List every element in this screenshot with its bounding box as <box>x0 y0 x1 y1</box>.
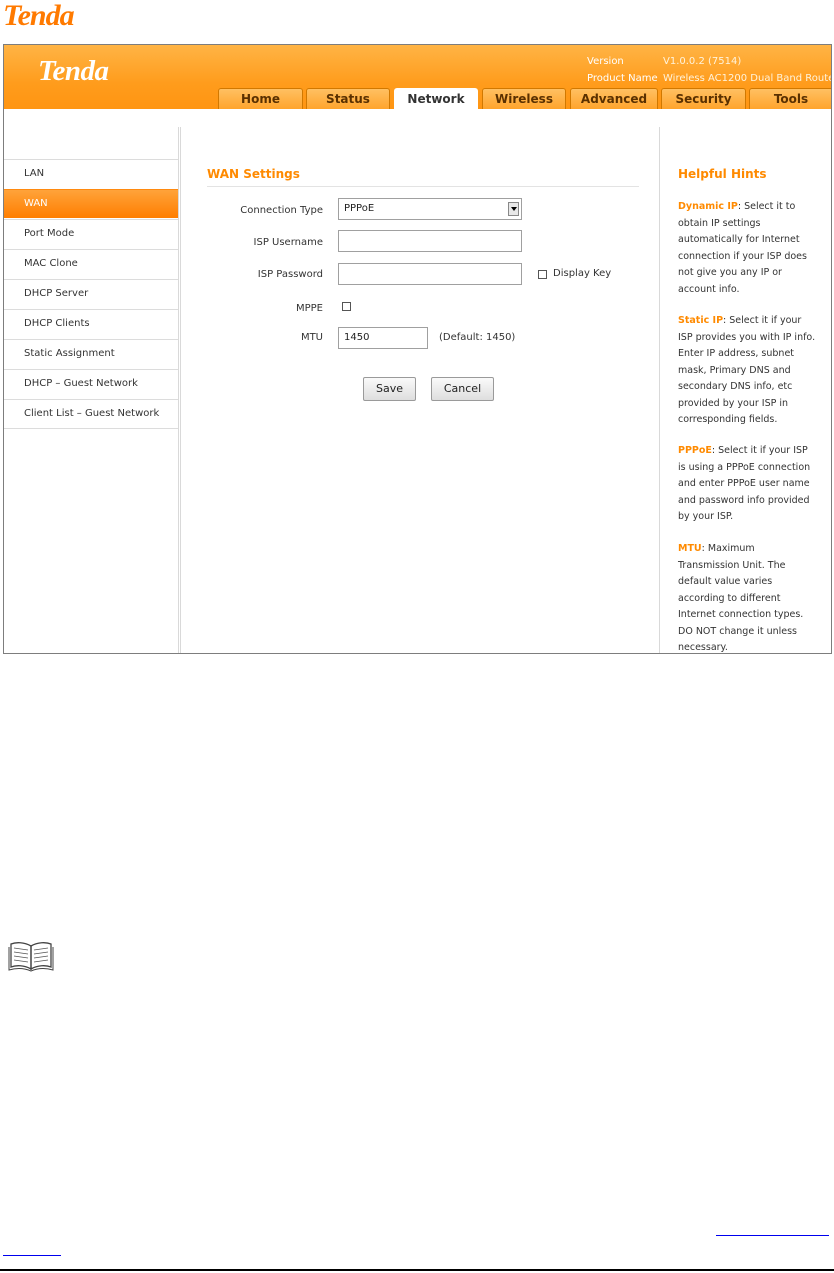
product-label: Product Name <box>587 73 658 84</box>
sidebar-item-mac-clone[interactable]: MAC Clone <box>4 249 178 278</box>
hint-term: PPPoE <box>678 445 712 456</box>
router-screenshot: Tenda Version V1.0.0.2 (7514) Product Na… <box>3 44 832 654</box>
tenda-logo: Tenda <box>38 55 109 87</box>
connection-type-value: PPPoE <box>344 203 375 214</box>
sidebar-item-dhcp-server[interactable]: DHCP Server <box>4 279 178 308</box>
tab-tools[interactable]: Tools <box>749 88 831 109</box>
isp-password-input[interactable] <box>338 263 522 285</box>
mtu-input[interactable]: 1450 <box>338 327 428 349</box>
version-value: V1.0.0.2 (7514) <box>663 56 742 67</box>
mtu-label: MTU <box>300 332 323 343</box>
helpful-hints-panel: Helpful Hints Dynamic IP: Select it to o… <box>659 127 831 653</box>
sidebar-item-dhcp-clients[interactable]: DHCP Clients <box>4 309 178 338</box>
tab-status[interactable]: Status <box>306 88 390 109</box>
hint-term: MTU <box>678 543 702 554</box>
hint-dynamic-ip: Dynamic IP: Select it to obtain IP setti… <box>678 199 818 298</box>
version-label: Version <box>587 56 624 67</box>
hint-pppoe: PPPoE: Select it if your ISP is using a … <box>678 443 818 526</box>
hint-term: Dynamic IP <box>678 201 738 212</box>
wan-settings-panel: WAN Settings Connection Type PPPoE ISP U… <box>180 127 660 653</box>
content-divider <box>4 109 831 119</box>
sidebar-item-lan[interactable]: LAN <box>4 159 178 188</box>
hint-text: : Maximum Transmission Unit. The default… <box>678 543 804 653</box>
tab-advanced[interactable]: Advanced <box>570 88 658 109</box>
book-icon <box>8 942 54 972</box>
isp-username-label: ISP Username <box>253 237 323 248</box>
mppe-label: MPPE <box>295 303 323 314</box>
footer-rule <box>0 1269 834 1271</box>
display-key-checkbox[interactable] <box>538 270 547 279</box>
sidebar-item-wan[interactable]: WAN <box>4 189 178 218</box>
tab-home[interactable]: Home <box>218 88 303 109</box>
title-divider <box>207 186 639 187</box>
hint-term: Static IP <box>678 315 724 326</box>
sidebar-item-dhcp-guest-network[interactable]: DHCP – Guest Network <box>4 369 178 398</box>
mppe-checkbox[interactable] <box>342 302 351 311</box>
product-value: Wireless AC1200 Dual Band Router <box>663 73 832 84</box>
hyperlink-underline-continued[interactable] <box>3 1255 61 1256</box>
connection-type-label: Connection Type <box>240 205 323 216</box>
tab-security[interactable]: Security <box>661 88 746 109</box>
hint-text: : Select it to obtain IP settings automa… <box>678 201 807 295</box>
sidebar-item-client-list-guest-network[interactable]: Client List – Guest Network <box>4 399 178 429</box>
chevron-down-icon[interactable] <box>508 202 519 216</box>
tab-wireless[interactable]: Wireless <box>482 88 566 109</box>
tab-network[interactable]: Network <box>394 88 478 110</box>
isp-username-input[interactable] <box>338 230 522 252</box>
save-button[interactable]: Save <box>363 377 416 401</box>
sidebar: LAN WAN Port Mode MAC Clone DHCP Server … <box>4 127 179 653</box>
sidebar-item-port-mode[interactable]: Port Mode <box>4 219 178 248</box>
hint-text: : Select it if your ISP provides you wit… <box>678 315 816 425</box>
sidebar-item-static-assignment[interactable]: Static Assignment <box>4 339 178 368</box>
document-logo: Tenda <box>3 0 75 32</box>
hint-mtu: MTU: Maximum Transmission Unit. The defa… <box>678 541 818 653</box>
hints-title: Helpful Hints <box>678 167 767 181</box>
connection-type-select[interactable]: PPPoE <box>338 198 522 220</box>
isp-password-label: ISP Password <box>257 269 323 280</box>
display-key-label: Display Key <box>553 268 612 279</box>
cancel-button[interactable]: Cancel <box>431 377 494 401</box>
hint-text: : Select it if your ISP is using a PPPoE… <box>678 445 811 522</box>
mtu-default-note: (Default: 1450) <box>439 332 516 343</box>
page-title: WAN Settings <box>207 167 300 181</box>
hyperlink-underline[interactable] <box>716 1235 829 1236</box>
hint-static-ip: Static IP: Select it if your ISP provide… <box>678 313 818 429</box>
header-banner: Tenda Version V1.0.0.2 (7514) Product Na… <box>4 45 832 110</box>
